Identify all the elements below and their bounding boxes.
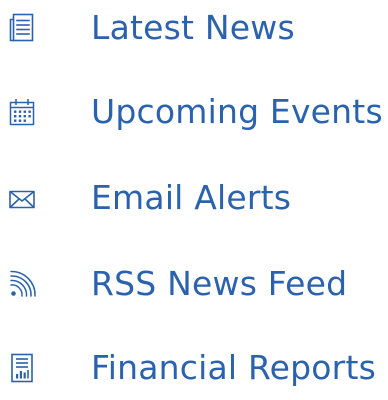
menu-item-upcoming-events[interactable]: Upcoming Events: [0, 84, 388, 144]
menu-item-label: Upcoming Events: [91, 92, 383, 131]
investor-links-menu: Latest News Upcoming Events Email Alerts…: [0, 0, 388, 396]
menu-item-financial-reports[interactable]: Financial Reports: [0, 340, 388, 400]
rss-icon: [8, 268, 36, 300]
menu-item-label: Financial Reports: [91, 348, 376, 387]
report-chart-icon: [8, 352, 36, 384]
menu-item-email-alerts[interactable]: Email Alerts: [0, 170, 388, 230]
menu-item-latest-news[interactable]: Latest News: [0, 0, 388, 60]
menu-item-label: RSS News Feed: [91, 264, 348, 303]
envelope-icon: [8, 182, 36, 214]
menu-item-label: Latest News: [91, 8, 295, 47]
menu-item-label: Email Alerts: [91, 178, 292, 217]
news-icon: [8, 12, 36, 44]
calendar-icon: [8, 96, 36, 128]
menu-item-rss-news-feed[interactable]: RSS News Feed: [0, 256, 388, 316]
